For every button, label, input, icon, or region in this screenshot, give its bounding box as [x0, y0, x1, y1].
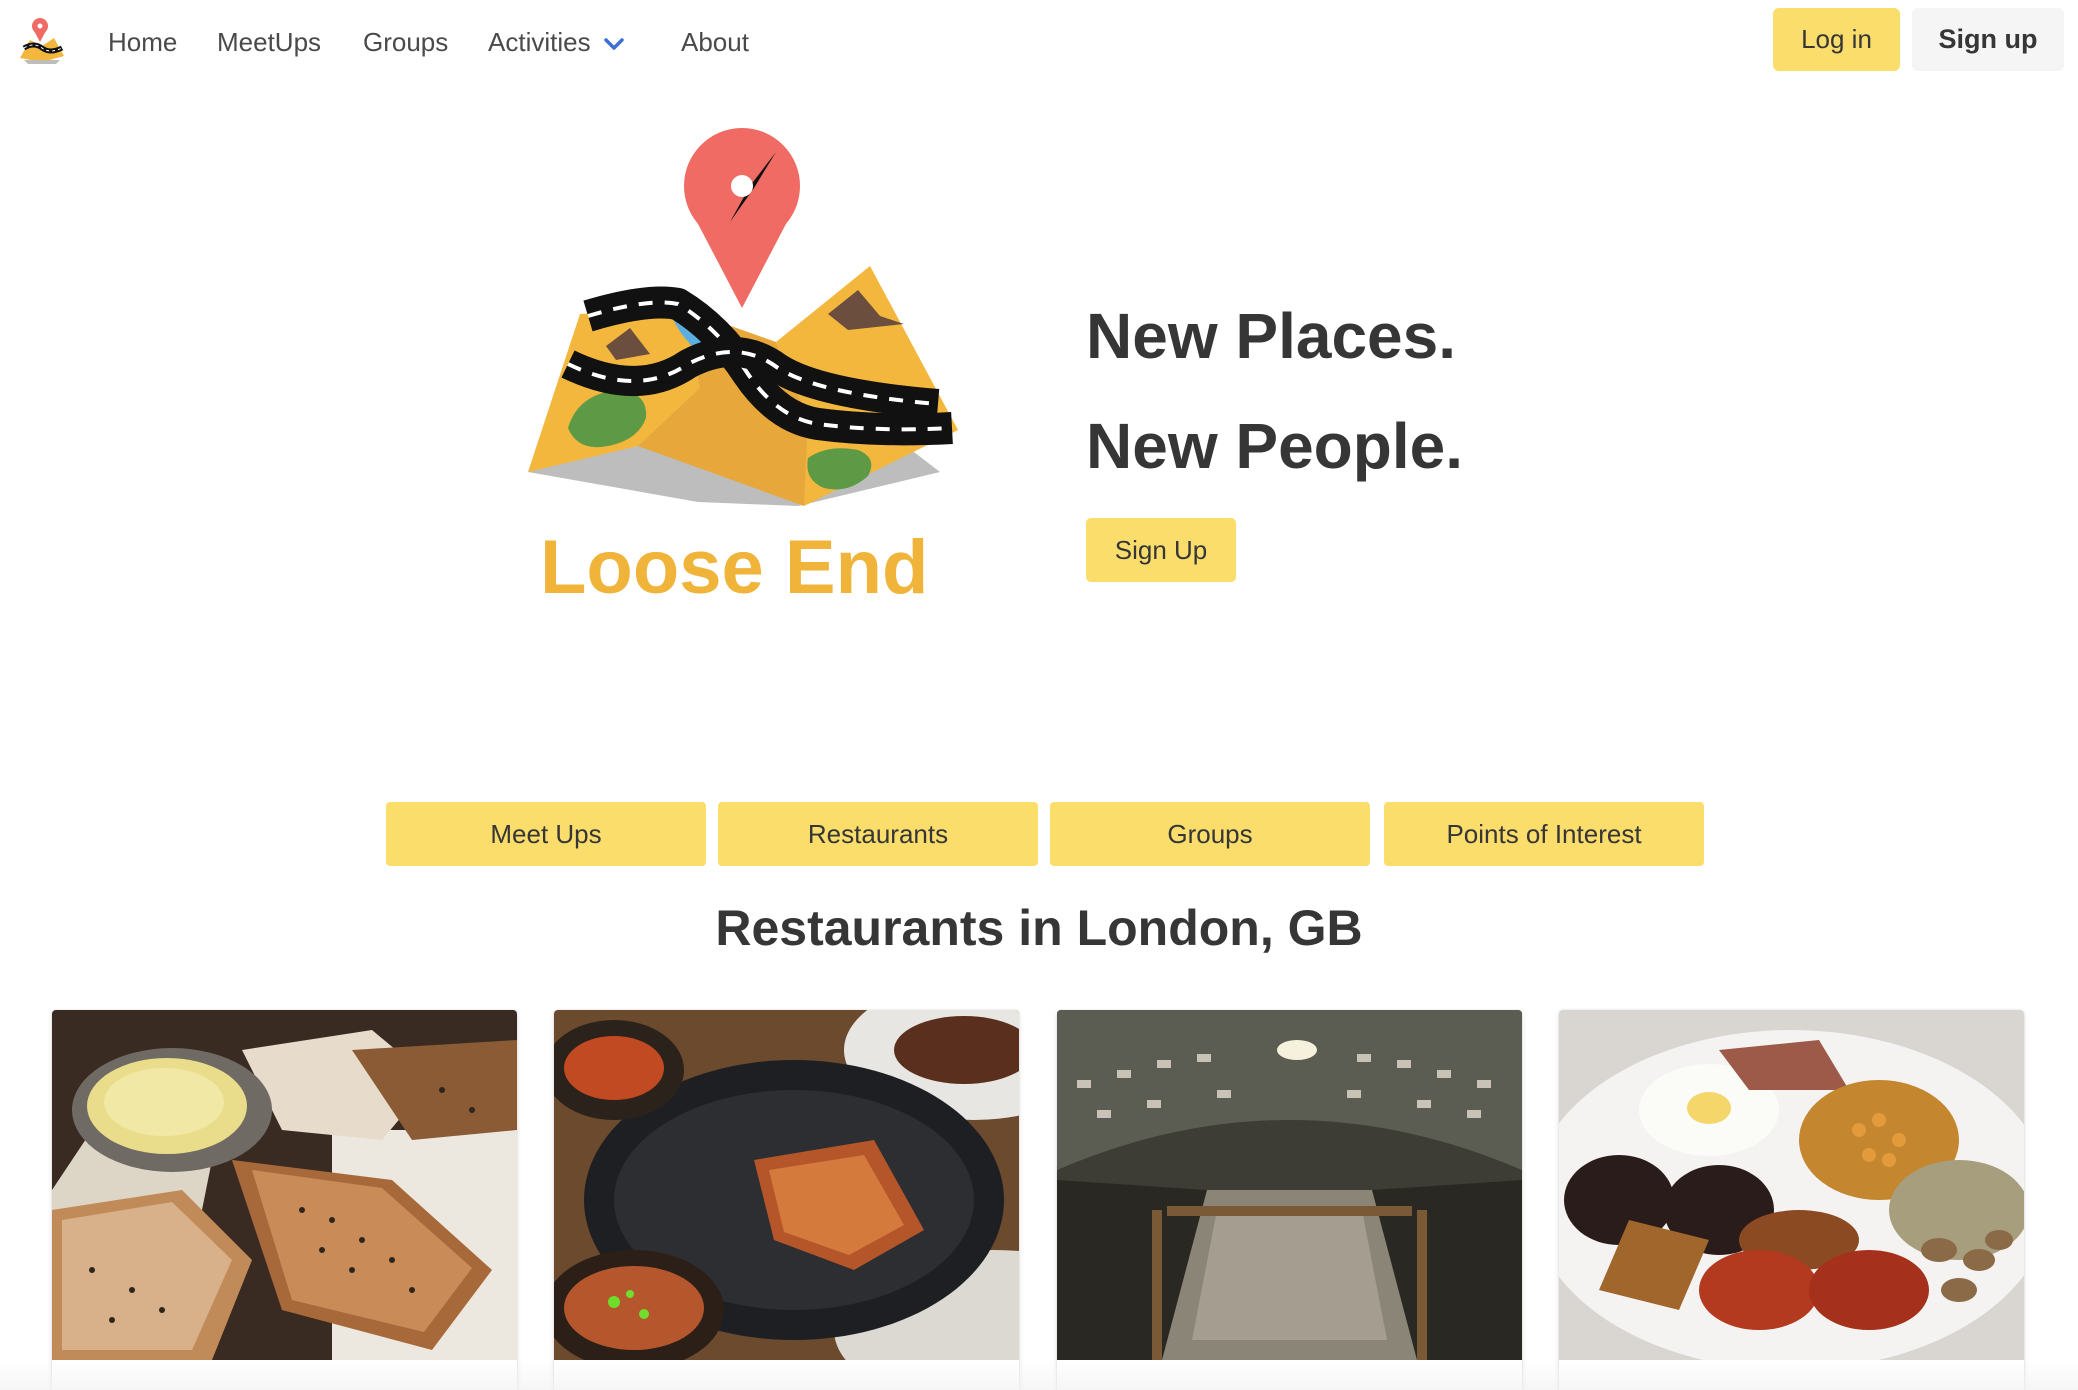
nav-item-groups[interactable]: Groups	[363, 22, 448, 62]
restaurant-card[interactable]	[1057, 1010, 1522, 1390]
tab-groups[interactable]: Groups	[1050, 802, 1370, 866]
hero-map-logo-icon	[528, 128, 964, 508]
wine-cellar-dining-room-photo	[1057, 1010, 1522, 1360]
brand-name: Loose End	[540, 525, 929, 610]
nav-item-home[interactable]: Home	[108, 22, 177, 62]
section-title: Restaurants in London, GB	[715, 900, 1363, 956]
hero-sign-up-button[interactable]: Sign Up	[1086, 518, 1236, 582]
restaurant-card[interactable]	[554, 1010, 1019, 1390]
tab-meet-ups[interactable]: Meet Ups	[386, 802, 706, 866]
tab-points-of-interest[interactable]: Points of Interest	[1384, 802, 1704, 866]
log-in-button[interactable]: Log in	[1773, 8, 1900, 71]
chevron-down-icon	[603, 22, 625, 62]
nav-item-activities-label: Activities	[488, 27, 591, 57]
grilled-dishes-skillet-photo	[554, 1010, 1019, 1360]
bread-and-butter-photo	[52, 1010, 517, 1360]
full-english-breakfast-photo	[1559, 1010, 2024, 1360]
sign-up-button[interactable]: Sign up	[1912, 8, 2064, 71]
tab-restaurants[interactable]: Restaurants	[718, 802, 1038, 866]
restaurant-card[interactable]	[1559, 1010, 2024, 1390]
hero-tagline-places: New Places.	[1086, 300, 1456, 372]
nav-item-meetups[interactable]: MeetUps	[217, 22, 321, 62]
loose-end-logo-icon[interactable]	[16, 16, 68, 66]
nav-item-activities[interactable]: Activities	[488, 22, 625, 62]
restaurant-card[interactable]	[52, 1010, 517, 1390]
hero-tagline-people: New People.	[1086, 410, 1463, 482]
page-bottom-edge	[0, 1360, 2078, 1390]
top-navbar: Home MeetUps Groups Activities About Log…	[0, 0, 2078, 84]
nav-item-about[interactable]: About	[681, 22, 749, 62]
